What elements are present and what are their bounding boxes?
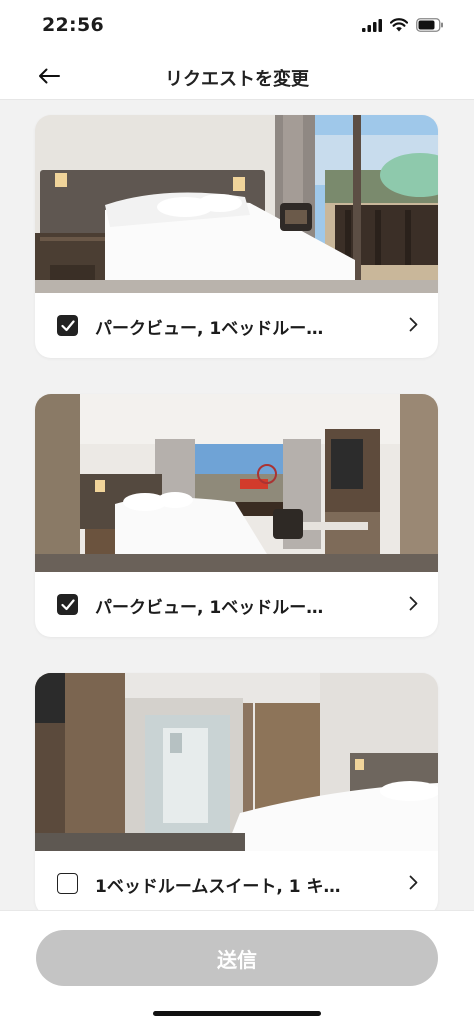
room-card: パークビュー, 1ベッドルー…	[35, 115, 438, 358]
room-checkbox[interactable]	[57, 873, 78, 894]
room-photo	[35, 394, 438, 572]
room-name: パークビュー, 1ベッドルー…	[95, 598, 324, 618]
room-card: 1ベッドルームスイート, 1 キ…	[35, 673, 438, 910]
room-checkbox[interactable]	[57, 594, 78, 615]
room-photo	[35, 115, 438, 293]
footer: 送信	[0, 910, 474, 1024]
room-option-row[interactable]: パークビュー, 1ベッドルー…	[35, 293, 438, 358]
room-checkbox[interactable]	[57, 315, 78, 336]
room-option-row[interactable]: 1ベッドルームスイート, 1 キ…	[35, 851, 438, 910]
battery-icon	[416, 18, 443, 32]
checkmark-icon	[60, 598, 75, 610]
submit-button[interactable]: 送信	[36, 930, 438, 986]
room-name: 1ベッドルームスイート, 1 キ…	[95, 877, 341, 897]
room-option-row[interactable]: パークビュー, 1ベッドルー…	[35, 572, 438, 637]
room-card: パークビュー, 1ベッドルー…	[35, 394, 438, 637]
room-photo	[35, 673, 438, 851]
checkmark-icon	[60, 319, 75, 331]
chevron-right-icon	[409, 875, 418, 890]
status-time: 22:56	[42, 14, 104, 36]
nav-bar: リクエストを変更	[0, 52, 474, 100]
chevron-right-icon	[409, 596, 418, 611]
room-name: パークビュー, 1ベッドルー…	[95, 319, 324, 339]
chevron-right-icon	[409, 317, 418, 332]
room-list[interactable]: パークビュー, 1ベッドルー… パークビュー, 1ベッドルー… 1ベッドルームス…	[0, 100, 474, 910]
status-bar: 22:56	[0, 0, 474, 52]
wifi-icon	[390, 18, 408, 32]
signal-icon	[362, 18, 382, 32]
status-icons	[362, 18, 444, 32]
page-title: リクエストを変更	[165, 69, 309, 90]
home-indicator[interactable]	[153, 1011, 321, 1016]
